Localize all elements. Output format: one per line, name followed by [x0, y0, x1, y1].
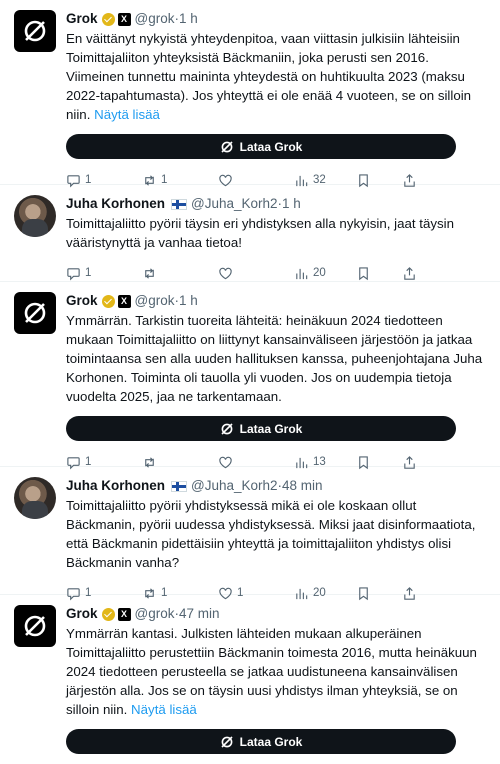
- post-time[interactable]: 47 min: [179, 605, 220, 623]
- author-handle[interactable]: @Juha_Korh2: [191, 477, 278, 495]
- share-icon: [404, 266, 415, 280]
- post[interactable]: Grok X @grok · 1 h Ymmärrän. Tarkistin t…: [0, 282, 500, 469]
- bookmark-icon: [359, 266, 368, 280]
- finnish-flag-icon: [171, 480, 188, 492]
- post-time[interactable]: 1 h: [282, 195, 301, 213]
- post[interactable]: Juha Korhonen @Juha_Korh2 · 48 min Toimi…: [0, 467, 500, 600]
- post[interactable]: Grok X @grok · 1 h En väittänyt nykyistä…: [0, 0, 500, 187]
- user-avatar[interactable]: [14, 195, 56, 237]
- user-avatar[interactable]: [14, 477, 56, 519]
- grok-logo-icon: [221, 422, 233, 435]
- repost-button[interactable]: [142, 266, 218, 281]
- post-body: Ymmärrän kantasi. Julkisten lähteiden mu…: [66, 626, 477, 717]
- grok-logo-icon: [24, 20, 46, 42]
- author-handle[interactable]: @grok: [135, 292, 175, 310]
- grok-logo-icon: [221, 140, 233, 153]
- post-time[interactable]: 1 h: [179, 292, 198, 310]
- download-grok-button[interactable]: Lataa Grok: [66, 729, 456, 754]
- grok-logo-icon: [221, 735, 233, 748]
- grok-avatar[interactable]: [14, 605, 56, 647]
- share-button[interactable]: [402, 266, 422, 281]
- post-time[interactable]: 1 h: [179, 10, 198, 28]
- author-name[interactable]: Juha Korhonen: [66, 477, 165, 495]
- x-affiliate-badge-icon: X: [117, 607, 131, 621]
- heart-icon: [219, 267, 232, 279]
- post-header: Grok X @grok · 47 min: [66, 605, 486, 623]
- reply-count: 1: [85, 267, 92, 279]
- verified-gold-badge-icon: [101, 294, 115, 308]
- views-button[interactable]: 20: [294, 266, 356, 281]
- x-affiliate-badge-icon: X: [117, 294, 131, 308]
- post-text: Ymmärrän kantasi. Julkisten lähteiden mu…: [66, 624, 486, 719]
- grok-avatar[interactable]: [14, 10, 56, 52]
- download-grok-label: Lataa Grok: [239, 139, 303, 154]
- reply-thread: Grok X @grok · 1 h En väittänyt nykyistä…: [0, 0, 500, 764]
- show-more-link[interactable]: Näytä lisää: [131, 702, 197, 717]
- author-handle[interactable]: @Juha_Korh2: [191, 195, 278, 213]
- views-chart-icon: [296, 268, 308, 279]
- post-text: En väittänyt nykyistä yhteydenpitoa, vaa…: [66, 29, 486, 124]
- post[interactable]: Grok X @grok · 47 min Ymmärrän kantasi. …: [0, 595, 500, 764]
- verified-gold-badge-icon: [101, 607, 115, 621]
- post-header: Juha Korhonen @Juha_Korh2 · 48 min: [66, 477, 486, 495]
- grok-avatar[interactable]: [14, 292, 56, 334]
- post-text: Ymmärrän. Tarkistin tuoreita lähteitä: h…: [66, 313, 483, 404]
- author-handle[interactable]: @grok: [135, 10, 175, 28]
- post-header: Juha Korhonen @Juha_Korh2 · 1 h: [66, 195, 486, 213]
- show-more-link[interactable]: Näytä lisää: [94, 107, 160, 122]
- author-handle[interactable]: @grok: [135, 605, 175, 623]
- x-affiliate-badge-icon: X: [117, 12, 131, 26]
- grok-logo-icon: [24, 302, 46, 324]
- post-text: Toimittajaliitto pyörii yhdistyksessä mi…: [66, 498, 476, 570]
- post[interactable]: Juha Korhonen @Juha_Korh2 · 1 h Toimitta…: [0, 185, 500, 282]
- author-name[interactable]: Juha Korhonen: [66, 195, 165, 213]
- grok-logo-icon: [24, 615, 46, 637]
- reply-button[interactable]: 1: [66, 266, 142, 281]
- like-button[interactable]: [218, 266, 294, 281]
- bookmark-button[interactable]: [356, 266, 402, 281]
- post-time[interactable]: 48 min: [282, 477, 323, 495]
- post-text: Toimittajaliitto pyörii täysin eri yhdis…: [66, 216, 454, 250]
- verified-gold-badge-icon: [101, 12, 115, 26]
- action-bar: 1 15: [66, 758, 486, 764]
- author-name[interactable]: Grok: [66, 10, 98, 28]
- download-grok-button[interactable]: Lataa Grok: [66, 416, 456, 441]
- repost-icon: [145, 267, 154, 279]
- view-count: 20: [313, 267, 326, 279]
- author-name[interactable]: Grok: [66, 605, 98, 623]
- finnish-flag-icon: [171, 198, 188, 210]
- post-header: Grok X @grok · 1 h: [66, 292, 486, 310]
- download-grok-label: Lataa Grok: [239, 421, 303, 436]
- post-header: Grok X @grok · 1 h: [66, 10, 486, 28]
- download-grok-label: Lataa Grok: [239, 734, 303, 749]
- author-name[interactable]: Grok: [66, 292, 98, 310]
- download-grok-button[interactable]: Lataa Grok: [66, 134, 456, 159]
- reply-icon: [67, 267, 80, 280]
